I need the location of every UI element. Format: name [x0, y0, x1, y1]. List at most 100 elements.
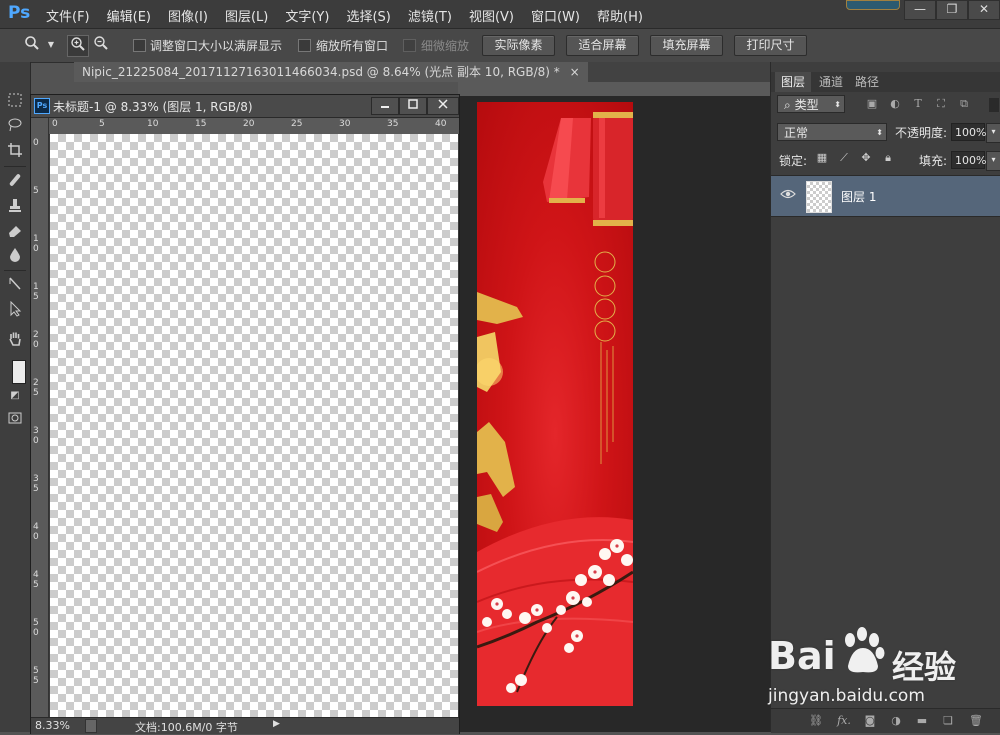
hand-tool-icon[interactable] [5, 330, 25, 350]
clone-stamp-icon[interactable] [5, 197, 25, 217]
actual-pixels-button[interactable]: 实际像素 [482, 35, 555, 56]
blur-tool-icon[interactable] [5, 247, 25, 267]
document-size-info: 文档:100.6M/0 字节 [135, 721, 238, 734]
tools-divider [4, 270, 26, 271]
ruler-tick: 10 [33, 234, 39, 254]
ruler-tick: 0 [33, 138, 39, 148]
lock-transparency-icon[interactable]: ▦ [813, 150, 831, 166]
ruler-tick: 20 [243, 119, 255, 129]
baidu-jingyan-watermark: Bai 经验 jingyan.baidu.com [764, 622, 1000, 712]
menu-type[interactable]: 文字(Y) [285, 6, 329, 25]
status-info-icon[interactable] [85, 719, 97, 733]
gold-calligraphy [477, 292, 523, 532]
ruler-tick: 30 [33, 426, 39, 446]
floating-document-window[interactable]: Ps 未标题-1 @ 8.33% (图层 1, RGB/8) 0 5 10 15… [30, 94, 460, 734]
layer-thumbnail[interactable] [806, 181, 832, 213]
restore-button[interactable]: ❐ [936, 0, 968, 20]
tab-channels[interactable]: 通道 [813, 72, 849, 92]
fx-icon[interactable]: fx. [835, 713, 853, 729]
minimize-button[interactable]: — [904, 0, 936, 20]
floating-maximize-button[interactable] [399, 97, 427, 115]
layer-name[interactable]: 图层 1 [841, 188, 876, 205]
vertical-ruler[interactable]: 0 5 10 15 20 25 30 35 40 45 50 55 [31, 118, 49, 717]
status-menu-arrow-icon[interactable]: ▶ [273, 719, 280, 729]
lock-position-move-icon[interactable]: ✥ [857, 150, 875, 166]
transparent-canvas[interactable] [50, 134, 458, 717]
ruler-tick: 25 [291, 119, 303, 129]
crop-tool-icon[interactable] [5, 142, 25, 162]
opacity-label: 不透明度: [895, 126, 948, 140]
floating-window-title: 未标题-1 @ 8.33% (图层 1, RGB/8) [53, 100, 253, 114]
filter-toggle[interactable] [989, 98, 999, 112]
horizontal-ruler[interactable]: 0 5 10 15 20 25 30 35 40 [49, 118, 459, 135]
opacity-dropdown-icon[interactable]: ▾ [986, 123, 1000, 143]
blend-mode-select[interactable]: 正常 ⬍ [777, 123, 887, 141]
filter-shape-icon[interactable]: ⛶ [932, 96, 950, 112]
menu-view[interactable]: 视图(V) [469, 6, 514, 25]
tool-preset-dropdown-icon[interactable]: ▼ [41, 35, 61, 55]
ruler-tick: 45 [33, 570, 39, 590]
eraser-tool-icon[interactable] [5, 222, 25, 242]
menu-help[interactable]: 帮助(H) [597, 6, 643, 25]
filter-pixel-icon[interactable]: ▣ [863, 96, 881, 112]
marquee-tool-icon[interactable] [5, 92, 25, 112]
close-button[interactable]: ✕ [968, 0, 1000, 20]
tab-paths[interactable]: 路径 [849, 72, 885, 92]
zoom-tool-icon[interactable] [22, 35, 42, 55]
fill-dropdown-icon[interactable]: ▾ [986, 151, 1000, 171]
lasso-tool-icon[interactable] [5, 117, 25, 137]
floating-close-button[interactable] [427, 97, 459, 115]
document-tab-title: Nipic_21225084_20171127163011466034.psd … [82, 65, 560, 79]
close-tab-icon[interactable]: × [570, 65, 580, 79]
mask-icon[interactable]: ◙ [861, 713, 879, 729]
ruler-tick: 5 [33, 186, 39, 196]
swap-colors-icon[interactable]: ◩ [5, 386, 25, 406]
tab-layers[interactable]: 图层 [775, 72, 812, 92]
resize-windows-checkbox[interactable] [133, 39, 146, 52]
adjustment-icon[interactable]: ◑ [887, 713, 905, 729]
menu-window[interactable]: 窗口(W) [531, 6, 580, 25]
layer-filter-kind-select[interactable]: ⌕ 类型 ⬍ [777, 95, 845, 113]
main-menu: 文件(F) 编辑(E) 图像(I) 图层(L) 文字(Y) 选择(S) 滤镜(T… [46, 6, 660, 25]
path-selection-icon[interactable] [5, 300, 25, 321]
fill-input[interactable]: 100% [951, 151, 986, 169]
opacity-input[interactable]: 100% [951, 123, 986, 141]
link-icon[interactable]: ⛓ [807, 713, 825, 729]
filter-type-icon[interactable]: T [909, 96, 927, 112]
menu-select[interactable]: 选择(S) [346, 6, 390, 25]
group-folder-icon[interactable]: ▬ [913, 713, 931, 729]
new-layer-icon[interactable]: ❏ [939, 713, 957, 729]
floating-minimize-button[interactable] [371, 97, 399, 115]
healing-brush-icon[interactable] [5, 172, 25, 192]
eye-visibility-icon[interactable] [779, 188, 797, 204]
tools-panel: ◩ [0, 62, 31, 732]
lock-all-padlock-icon[interactable]: 🔒︎ [879, 150, 897, 166]
vertical-poem [600, 342, 614, 464]
menu-file[interactable]: 文件(F) [46, 6, 90, 25]
floating-window-titlebar[interactable]: Ps 未标题-1 @ 8.33% (图层 1, RGB/8) [31, 95, 459, 118]
menu-layer[interactable]: 图层(L) [225, 6, 268, 25]
print-size-button[interactable]: 打印尺寸 [734, 35, 807, 56]
filter-smart-object-icon[interactable]: ⧉ [955, 96, 973, 112]
delete-trash-icon[interactable]: 🗑︎ [967, 713, 985, 729]
tab-document[interactable]: Nipic_21225084_20171127163011466034.psd … [74, 62, 588, 82]
fill-screen-button[interactable]: 填充屏幕 [650, 35, 723, 56]
window-controls: — ❐ ✕ [904, 0, 1000, 20]
zoom-out-icon[interactable] [91, 35, 111, 55]
foreground-color-swatch[interactable] [12, 360, 26, 384]
zoom-all-windows-checkbox[interactable] [298, 39, 311, 52]
zoom-in-icon[interactable] [67, 35, 89, 57]
fit-screen-button[interactable]: 适合屏幕 [566, 35, 639, 56]
layer-row[interactable]: 图层 1 [771, 175, 1000, 217]
workspace-indicator[interactable] [846, 0, 900, 10]
menu-edit[interactable]: 编辑(E) [107, 6, 151, 25]
quick-mask-icon[interactable] [5, 410, 25, 430]
menu-image[interactable]: 图像(I) [168, 6, 208, 25]
ruler-tick: 10 [147, 119, 159, 129]
pen-tool-icon[interactable] [5, 276, 25, 296]
zoom-level[interactable]: 8.33% [35, 719, 70, 732]
menu-filter[interactable]: 滤镜(T) [408, 6, 452, 25]
lock-pixels-brush-icon[interactable]: ⟋ [835, 150, 853, 166]
scrubby-zoom-checkbox[interactable] [403, 39, 416, 52]
filter-adjustment-icon[interactable]: ◐ [886, 96, 904, 112]
